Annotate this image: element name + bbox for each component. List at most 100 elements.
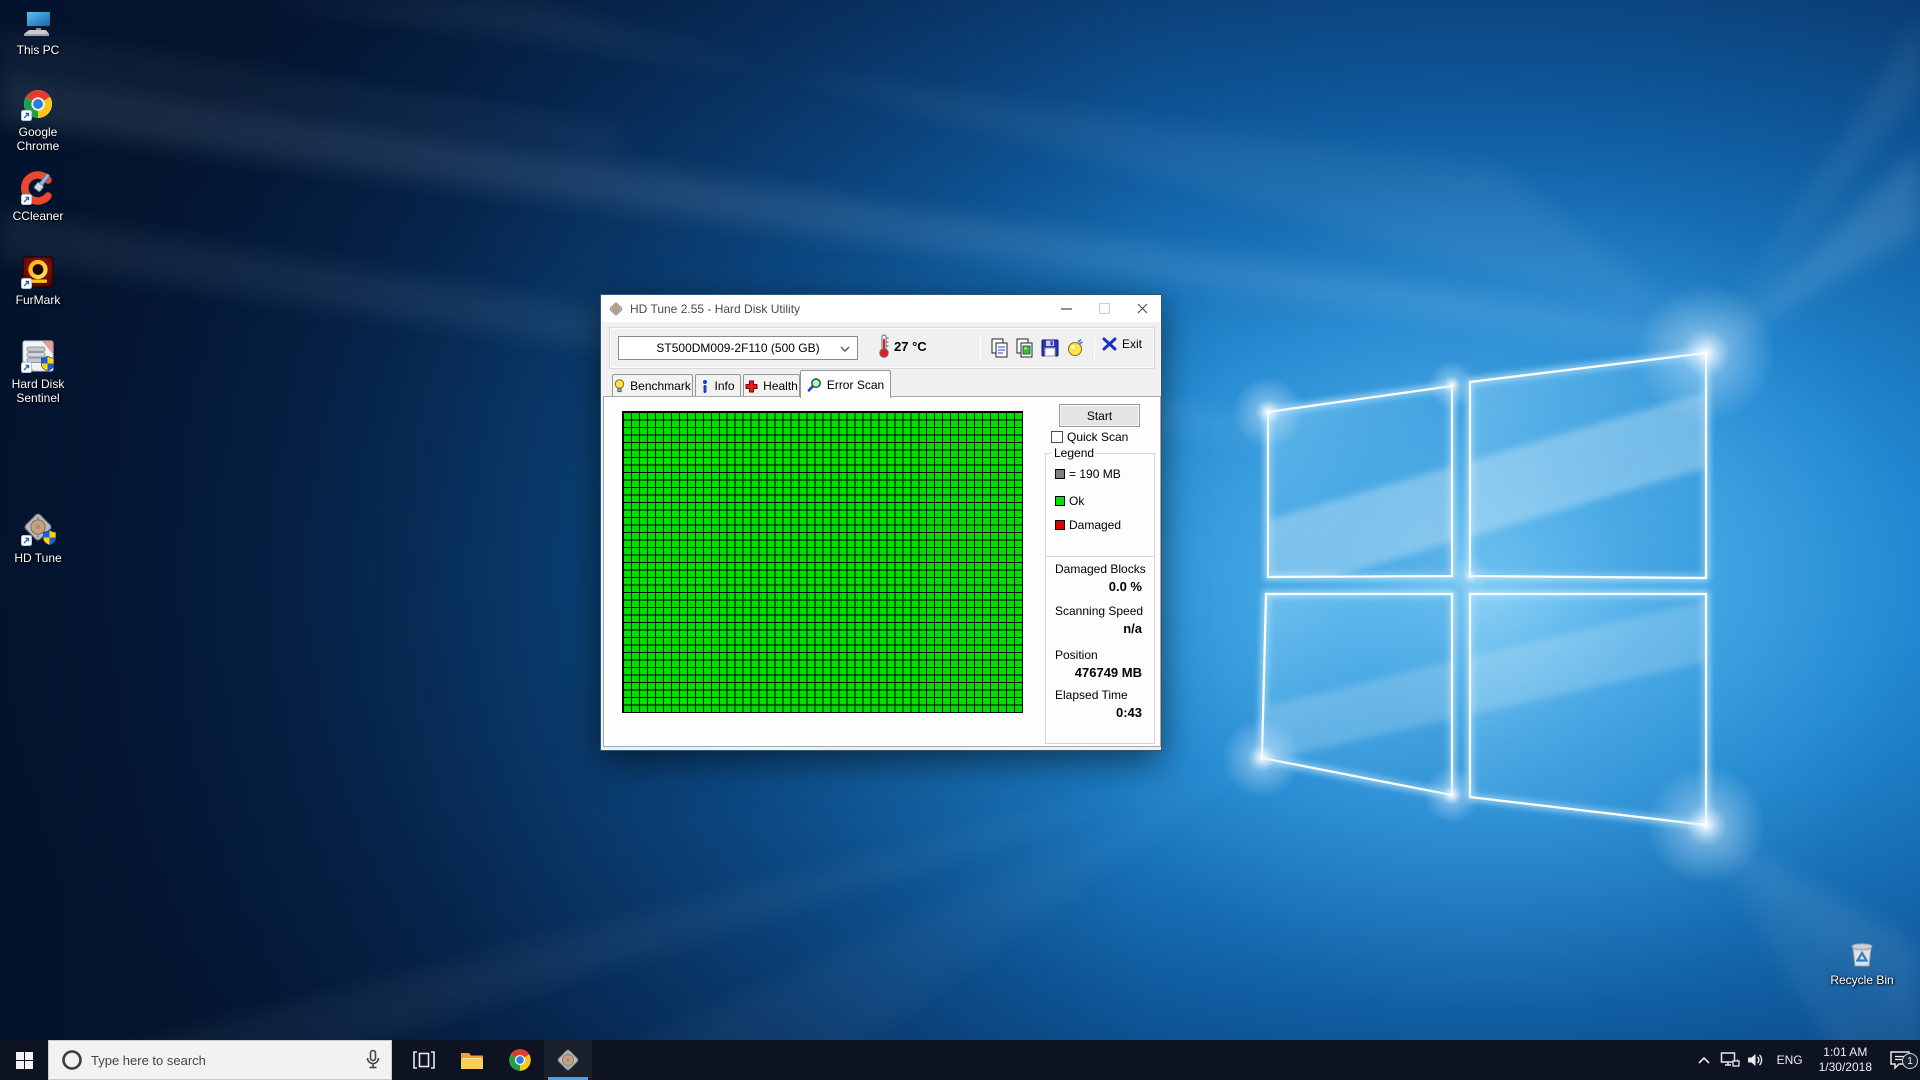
chrome-icon (20, 86, 56, 122)
maximize-icon (1099, 303, 1110, 314)
error-scan-page: Start Quick Scan Legend = 190 MB Ok Dama… (603, 396, 1161, 747)
language-indicator[interactable]: ENG (1769, 1053, 1811, 1067)
minimize-button[interactable] (1047, 295, 1085, 322)
legend-block-swatch (1055, 469, 1065, 479)
temperature-value: 27 °C (894, 339, 927, 354)
save-icon[interactable] (1040, 338, 1060, 358)
microphone-icon[interactable] (365, 1049, 381, 1071)
close-button[interactable] (1123, 295, 1161, 322)
legend-ok-row: Ok (1055, 494, 1084, 508)
desktop-icon-google-chrome[interactable]: Google Chrome (0, 86, 76, 153)
notification-badge: 1 (1902, 1053, 1918, 1069)
legend-block-label: = 190 MB (1069, 467, 1121, 481)
scan-grid (622, 411, 1023, 713)
taskbar-search[interactable] (48, 1040, 392, 1080)
desktop-icon-label: This PC (0, 43, 76, 57)
desktop-icon-furmark[interactable]: FurMark (0, 254, 76, 307)
stat-scanning-speed: Scanning Speed n/a (1046, 604, 1154, 636)
file-explorer-button[interactable] (448, 1040, 496, 1080)
legend-ok-label: Ok (1069, 494, 1084, 508)
exit-x-icon (1102, 337, 1117, 351)
toolbar: ST500DM009-2F110 (500 GB) 27 °C (609, 327, 1155, 369)
exit-button[interactable]: Exit (1102, 337, 1142, 351)
clock-date: 1/30/2018 (1819, 1060, 1872, 1075)
desktop-icon-hd-tune[interactable]: HD Tune (0, 510, 76, 565)
chrome-taskbar-button[interactable] (496, 1040, 544, 1080)
stats-groupbox: Damaged Blocks 0.0 % Scanning Speed n/a … (1045, 556, 1155, 744)
exit-label: Exit (1122, 337, 1142, 351)
tab-label: Benchmark (630, 379, 691, 393)
tab-label: Error Scan (827, 378, 884, 392)
stat-value: n/a (1046, 621, 1154, 636)
search-input[interactable] (91, 1053, 331, 1068)
error-scan-magnifier-icon (807, 378, 822, 392)
action-center-button[interactable]: 1 (1880, 1050, 1920, 1070)
legend-block-size-row: = 190 MB (1055, 467, 1121, 481)
desktop-icon-label: CCleaner (0, 209, 76, 223)
options-icon[interactable] (1065, 338, 1085, 358)
volume-control[interactable] (1743, 1052, 1769, 1068)
stat-label: Scanning Speed (1046, 604, 1154, 618)
desktop-icon-ccleaner[interactable]: CCleaner (0, 170, 76, 223)
stat-value: 0.0 % (1046, 579, 1154, 594)
window-title: HD Tune 2.55 - Hard Disk Utility (630, 302, 800, 316)
task-view-button[interactable] (400, 1040, 448, 1080)
tab-benchmark[interactable]: Benchmark (612, 374, 693, 397)
copy-image-icon[interactable] (1015, 338, 1035, 358)
stat-value: 0:43 (1046, 705, 1154, 720)
tab-info[interactable]: Info (695, 374, 741, 397)
stat-elapsed-time: Elapsed Time 0:43 (1046, 688, 1154, 720)
minimize-icon (1061, 303, 1072, 314)
desktop-icon-label: HD Tune (0, 551, 76, 565)
tab-error-scan[interactable]: Error Scan (800, 370, 891, 398)
network-icon (1720, 1051, 1740, 1069)
speaker-icon (1747, 1052, 1765, 1068)
stat-label: Damaged Blocks (1046, 562, 1154, 576)
desktop-icon-label: Google Chrome (0, 125, 76, 153)
tray-expand-button[interactable] (1691, 1055, 1717, 1065)
start-button-label: Start (1087, 409, 1112, 423)
window-titlebar[interactable]: HD Tune 2.55 - Hard Disk Utility (601, 295, 1161, 322)
clock-time: 1:01 AM (1819, 1045, 1872, 1060)
desktop-icon-label: FurMark (0, 293, 76, 307)
taskbar: ENG 1:01 AM 1/30/2018 1 (0, 1040, 1920, 1080)
legend-title: Legend (1051, 446, 1097, 460)
toolbar-separator (980, 334, 981, 362)
copy-text-icon[interactable] (990, 338, 1010, 358)
hdtune-window: HD Tune 2.55 - Hard Disk Utility ST500DM… (600, 294, 1162, 751)
desktop-icon-label: Hard Disk Sentinel (0, 377, 76, 405)
desktop-icon-label: Recycle Bin (1824, 973, 1900, 987)
recycle-bin-icon (1844, 934, 1880, 970)
health-cross-icon (745, 380, 758, 393)
hard-disk-sentinel-icon (20, 338, 56, 374)
hdtune-taskbar-button[interactable] (544, 1040, 592, 1080)
tab-label: Info (714, 379, 734, 393)
drive-selector-value: ST500DM009-2F110 (500 GB) (656, 341, 819, 355)
stat-position: Position 476749 MB (1046, 648, 1154, 680)
drive-selector-dropdown[interactable]: ST500DM009-2F110 (500 GB) (618, 336, 858, 360)
tab-health[interactable]: Health (743, 374, 800, 397)
chevron-up-icon (1697, 1055, 1711, 1065)
desktop-icon-recycle-bin[interactable]: Recycle Bin (1824, 934, 1900, 987)
legend-damaged-swatch (1055, 520, 1065, 530)
quick-scan-option[interactable]: Quick Scan (1051, 430, 1128, 444)
network-status[interactable] (1717, 1051, 1743, 1069)
tab-label: Health (763, 379, 798, 393)
start-button[interactable]: Start (1059, 404, 1140, 427)
system-tray: ENG 1:01 AM 1/30/2018 1 (1691, 1040, 1920, 1080)
benchmark-bulb-icon (614, 379, 625, 393)
close-icon (1137, 303, 1148, 314)
maximize-button[interactable] (1085, 295, 1123, 322)
hdtune-app-icon (608, 301, 624, 317)
windows-logo-icon (16, 1052, 33, 1069)
start-button-taskbar[interactable] (0, 1040, 48, 1080)
desktop-icon-hard-disk-sentinel[interactable]: Hard Disk Sentinel (0, 338, 76, 405)
legend-ok-swatch (1055, 496, 1065, 506)
taskbar-clock[interactable]: 1:01 AM 1/30/2018 (1811, 1045, 1880, 1075)
stat-label: Elapsed Time (1046, 688, 1154, 702)
quick-scan-checkbox[interactable] (1051, 431, 1063, 443)
desktop-icon-this-pc[interactable]: This PC (0, 6, 76, 57)
thermometer-icon (878, 333, 890, 359)
hd-tune-icon (19, 510, 57, 548)
file-explorer-icon (460, 1049, 484, 1071)
